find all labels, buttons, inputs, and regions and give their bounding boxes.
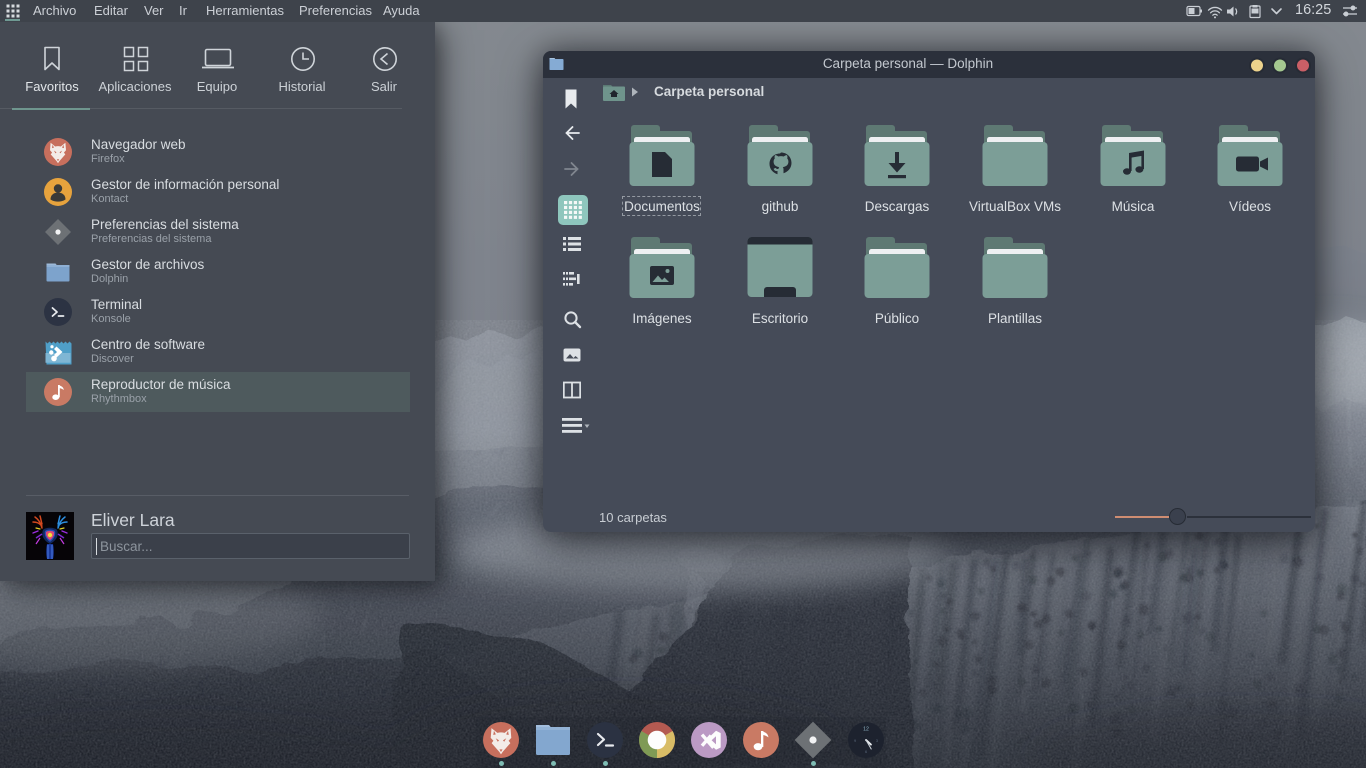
svg-text:3: 3 (876, 739, 878, 743)
svg-text:12: 12 (863, 727, 869, 733)
svg-text:6: 6 (865, 750, 867, 754)
svg-text:9: 9 (854, 739, 856, 743)
